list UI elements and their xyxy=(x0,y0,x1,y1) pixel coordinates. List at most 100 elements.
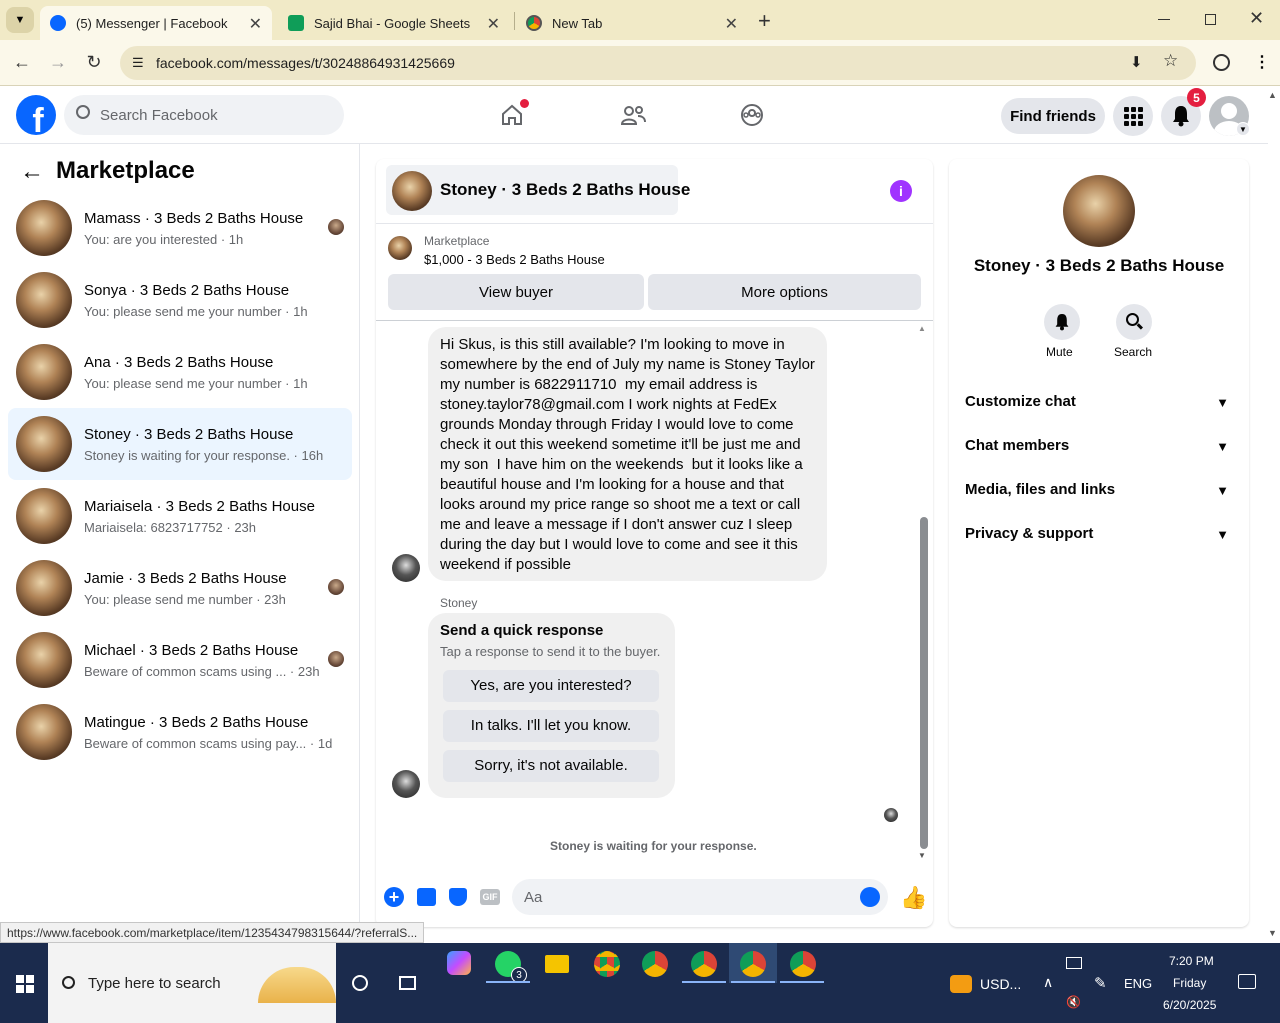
chrome-profile-5-icon[interactable] xyxy=(790,951,816,977)
conversation-item[interactable]: Matingue · 3 Beds 2 Baths House Beware of… xyxy=(8,696,352,768)
account-chevron-icon[interactable]: ▼ xyxy=(1236,122,1250,136)
forward-arrow-icon[interactable]: → xyxy=(44,48,72,76)
privacy-support-option[interactable]: Privacy & support ▼ xyxy=(965,525,1233,549)
notification-center-icon[interactable] xyxy=(1238,974,1256,989)
chat-scrollbar-thumb[interactable] xyxy=(920,517,928,849)
chat-header-title-button[interactable]: Stoney · 3 Beds 2 Baths House xyxy=(386,165,690,215)
chrome-profile-3-icon[interactable] xyxy=(691,951,717,977)
message-composer-input[interactable]: Aa xyxy=(512,879,888,915)
more-options-button[interactable]: More options xyxy=(648,274,921,310)
chevron-down-icon: ▼ xyxy=(1216,483,1229,498)
find-friends-button[interactable]: Find friends xyxy=(1001,98,1105,134)
tab-search-button[interactable]: ▼ xyxy=(6,7,34,33)
page-scroll-down-icon[interactable]: ▼ xyxy=(1268,928,1277,938)
back-arrow-icon[interactable]: ← xyxy=(8,48,36,76)
thumbs-up-icon[interactable]: 👍 xyxy=(900,885,927,911)
customize-chat-option[interactable]: Customize chat ▼ xyxy=(965,393,1233,417)
whatsapp-app-icon[interactable]: 3 xyxy=(495,951,527,983)
back-arrow-icon[interactable]: ← xyxy=(20,158,44,186)
profile-icon[interactable] xyxy=(1213,54,1230,71)
tab-google-sheets[interactable]: Sajid Bhai - Google Sheets ✕ xyxy=(278,6,510,40)
photo-icon[interactable] xyxy=(417,888,436,906)
language-indicator[interactable]: ENG xyxy=(1124,976,1152,991)
chrome-profile-4-icon[interactable] xyxy=(740,951,766,977)
browser-menu-icon[interactable]: ⋮ xyxy=(1254,52,1270,72)
panel-title: Marketplace xyxy=(56,157,195,184)
sender-avatar[interactable] xyxy=(392,554,420,582)
conversation-item[interactable]: Michael · 3 Beds 2 Baths House Beware of … xyxy=(8,624,352,696)
listing-thumbnail[interactable] xyxy=(388,236,412,260)
notifications-button[interactable]: 5 xyxy=(1161,88,1206,136)
install-app-icon[interactable]: ⬇ xyxy=(1130,53,1143,71)
volume-muted-icon[interactable]: 🔇 xyxy=(1066,995,1081,1009)
network-icon[interactable] xyxy=(1066,957,1082,969)
bookmark-star-icon[interactable]: ☆ xyxy=(1163,51,1178,71)
site-info-icon[interactable]: ☰ xyxy=(132,55,144,71)
profile-photo[interactable] xyxy=(1063,175,1135,247)
currency-widget-text[interactable]: USD... xyxy=(980,976,1021,992)
chrome-profile-2-icon[interactable] xyxy=(642,951,668,977)
quick-reply-not-available-button[interactable]: Sorry, it's not available. xyxy=(443,750,659,782)
currency-widget-icon[interactable] xyxy=(950,975,972,993)
window-close-icon[interactable]: ✕ xyxy=(1249,8,1264,29)
menu-grid-button[interactable] xyxy=(1113,96,1153,136)
task-view-icon[interactable] xyxy=(399,976,416,990)
sticker-icon[interactable] xyxy=(449,888,467,906)
taskbar-search-box[interactable]: Type here to search xyxy=(48,943,336,1023)
chat-window: Stoney · 3 Beds 2 Baths House i Marketpl… xyxy=(376,159,933,927)
quick-reply-yes-button[interactable]: Yes, are you interested? xyxy=(443,670,659,702)
clock-time[interactable]: 7:20 PM xyxy=(1169,954,1214,968)
clock-date[interactable]: 6/20/2025 xyxy=(1163,998,1216,1012)
url-omnibox[interactable]: ☰ facebook.com/messages/t/30248864931425… xyxy=(120,46,1196,80)
emoji-icon[interactable] xyxy=(860,887,880,907)
close-tab-icon[interactable]: ✕ xyxy=(487,14,500,34)
listing-label: Marketplace xyxy=(424,234,490,248)
clock-day[interactable]: Friday xyxy=(1173,976,1206,990)
cortana-icon[interactable] xyxy=(352,975,368,991)
facebook-logo-icon[interactable]: f xyxy=(16,95,56,135)
gif-icon[interactable]: GIF xyxy=(480,889,500,905)
listing-price[interactable]: $1,000 - 3 Beds 2 Baths House xyxy=(424,252,605,267)
sender-avatar[interactable] xyxy=(392,770,420,798)
close-tab-icon[interactable]: ✕ xyxy=(249,14,262,34)
search-button[interactable] xyxy=(1116,304,1152,340)
message-bubble[interactable]: Hi Skus, is this still available? I'm lo… xyxy=(428,327,827,581)
conversation-item[interactable]: Sonya · 3 Beds 2 Baths House You: please … xyxy=(8,264,352,336)
conversation-item[interactable]: Ana · 3 Beds 2 Baths House You: please se… xyxy=(8,336,352,408)
restore-icon[interactable] xyxy=(1205,14,1216,25)
close-tab-icon[interactable]: ✕ xyxy=(725,14,738,34)
chevron-up-icon[interactable]: ∧ xyxy=(1043,974,1053,991)
plus-icon[interactable]: + xyxy=(384,887,404,907)
windows-start-icon[interactable] xyxy=(16,975,34,993)
chat-scroll-down-icon[interactable]: ▼ xyxy=(918,851,926,860)
new-tab-plus-icon[interactable]: + xyxy=(758,8,771,34)
option-label: Chat members xyxy=(965,437,1070,454)
conversation-item[interactable]: Jamie · 3 Beds 2 Baths House You: please … xyxy=(8,552,352,624)
friends-icon[interactable] xyxy=(620,103,646,127)
conversation-item[interactable]: Mamass · 3 Beds 2 Baths House You: are yo… xyxy=(8,192,352,264)
reload-icon[interactable]: ↻ xyxy=(80,48,108,76)
chrome-app-icon[interactable] xyxy=(594,951,620,977)
page-scroll-up-icon[interactable]: ▲ xyxy=(1268,90,1277,100)
tab-messenger[interactable]: (5) Messenger | Facebook ✕ xyxy=(40,6,272,40)
groups-icon[interactable] xyxy=(740,103,764,127)
view-buyer-button[interactable]: View buyer xyxy=(388,274,644,310)
conversation-item[interactable]: Stoney · 3 Beds 2 Baths House Stoney is w… xyxy=(8,408,352,480)
copilot-app-icon[interactable] xyxy=(447,951,471,975)
facebook-search-input[interactable]: Search Facebook xyxy=(64,95,344,135)
chat-info-panel: Stoney · 3 Beds 2 Baths House Mute Searc… xyxy=(949,159,1249,927)
minimize-icon[interactable] xyxy=(1158,19,1170,20)
pen-icon[interactable]: ✎ xyxy=(1094,974,1107,992)
mute-button[interactable] xyxy=(1044,304,1080,340)
file-explorer-icon[interactable] xyxy=(545,955,569,973)
conversation-name: Mamass · 3 Beds 2 Baths House xyxy=(84,210,304,227)
tab-new-tab[interactable]: New Tab ✕ xyxy=(516,6,748,40)
chat-scroll-up-icon[interactable]: ▲ xyxy=(918,324,926,333)
chat-members-option[interactable]: Chat members ▼ xyxy=(965,437,1233,461)
conversation-item[interactable]: Mariaisela · 3 Beds 2 Baths House Mariais… xyxy=(8,480,352,552)
quick-reply-in-talks-button[interactable]: In talks. I'll let you know. xyxy=(443,710,659,742)
info-icon[interactable]: i xyxy=(890,180,912,202)
conversation-name: Michael · 3 Beds 2 Baths House xyxy=(84,642,299,659)
media-files-links-option[interactable]: Media, files and links ▼ xyxy=(965,481,1233,505)
home-icon[interactable] xyxy=(500,99,529,127)
